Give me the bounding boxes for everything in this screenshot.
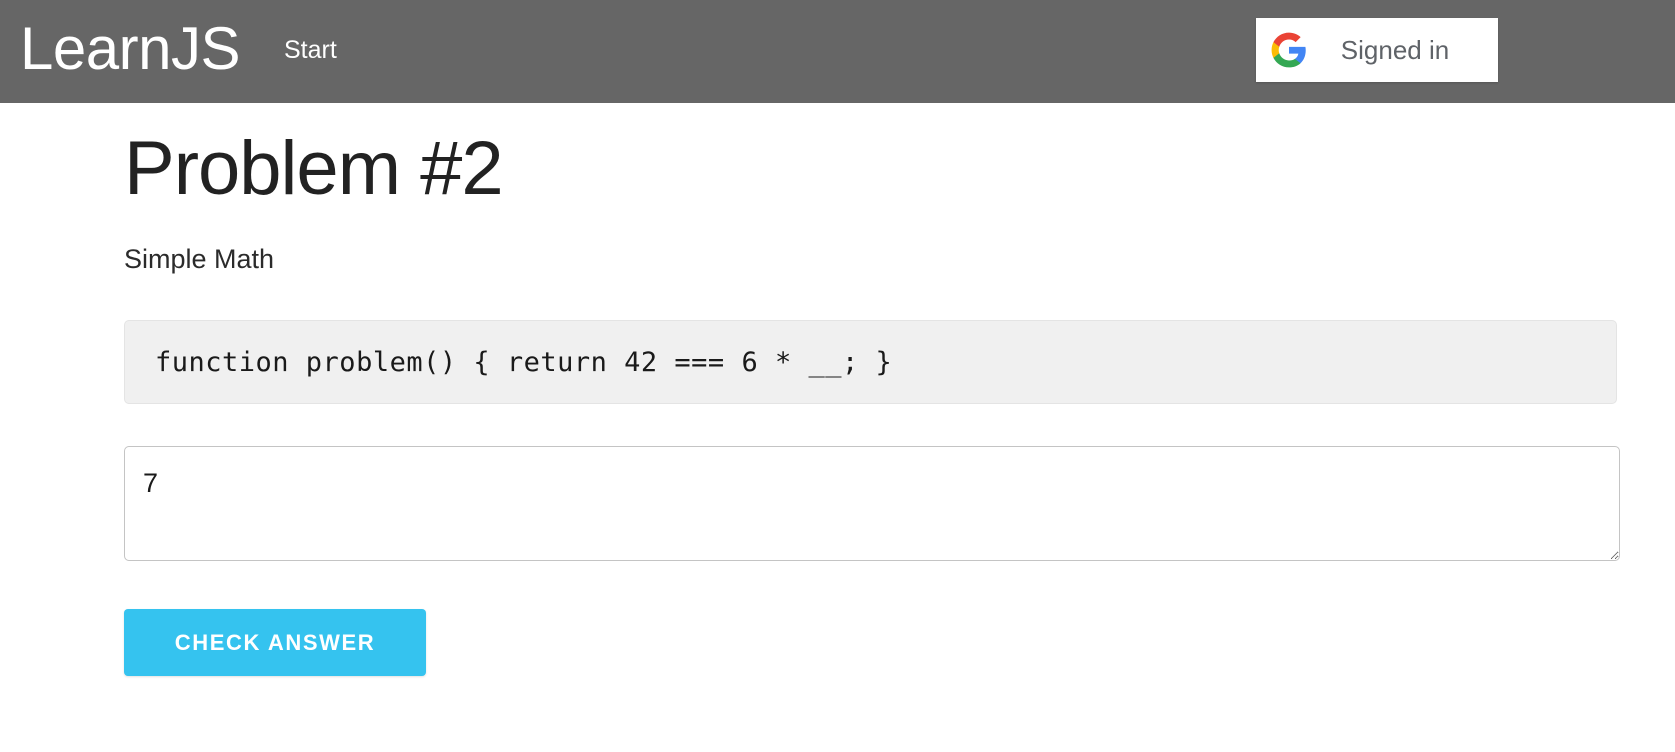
google-signin-label: Signed in [1340,34,1450,65]
main-content: Problem #2 Simple Math function problem(… [0,103,1675,677]
google-signin-button[interactable]: Signed in [1256,18,1498,82]
problem-code-block: function problem() { return 42 === 6 * _… [124,320,1617,405]
top-navbar: LearnJS Start Signed in [0,0,1675,103]
brand-logo-learnjs[interactable]: LearnJS [20,18,240,85]
page-title: Problem #2 [124,126,504,211]
nav-link-start[interactable]: Start [284,36,337,67]
check-answer-button[interactable]: Check Answer [124,609,426,677]
problem-code-text: function problem() { return 42 === 6 * _… [155,346,893,378]
problem-description: Simple Math [124,244,275,275]
google-g-icon [1270,31,1308,69]
answer-input[interactable] [124,446,1620,562]
